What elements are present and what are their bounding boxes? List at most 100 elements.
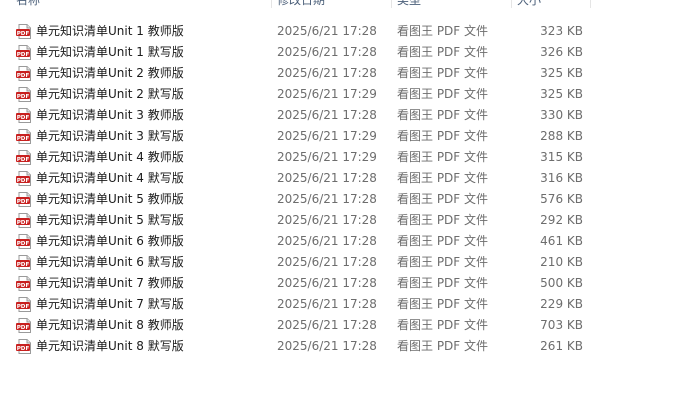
column-header-date[interactable]: 修改日期 [277,0,385,8]
file-modified-date: 2025/6/21 17:28 [277,24,377,38]
file-size: 703 KB [540,318,583,332]
file-row[interactable]: PDF 单元知识清单Unit 8 教师版 2025/6/21 17:28 看图王 PD… [0,315,691,336]
file-modified-date: 2025/6/21 17:28 [277,234,377,248]
pdf-file-icon: PDF [16,255,31,270]
pdf-icon-label: PDF [17,73,30,79]
file-name: 单元知识清单Unit 8 教师版 [36,318,184,332]
file-modified-date: 2025/6/21 17:28 [277,192,377,206]
pdf-file-icon: PDF [16,150,31,165]
file-row[interactable]: PDF 单元知识清单Unit 7 默写版 2025/6/21 17:28 看图王 PD… [0,294,691,315]
file-modified-date: 2025/6/21 17:29 [277,129,377,143]
column-header-name[interactable]: 名称 [16,0,266,8]
file-size: 210 KB [540,255,583,269]
file-name: 单元知识清单Unit 4 教师版 [36,150,184,164]
pdf-file-icon: PDF [16,66,31,81]
pdf-file-icon: PDF [16,108,31,123]
file-row[interactable]: PDF 单元知识清单Unit 2 默写版 2025/6/21 17:29 看图王 PD… [0,84,691,105]
pdf-file-icon: PDF [16,213,31,228]
pdf-icon-label: PDF [17,325,30,331]
file-size: 326 KB [540,45,583,59]
file-type: 看图王 PDF 文件 [397,87,489,101]
pdf-file-icon: PDF [16,171,31,186]
column-divider[interactable] [391,0,392,8]
file-name: 单元知识清单Unit 6 默写版 [36,255,184,269]
column-divider[interactable] [590,0,591,8]
file-name: 单元知识清单Unit 1 默写版 [36,45,184,59]
column-header-type[interactable]: 类型 [397,0,505,8]
file-row[interactable]: PDF 单元知识清单Unit 4 默写版 2025/6/21 17:28 看图王 PD… [0,168,691,189]
file-row[interactable]: PDF 单元知识清单Unit 6 默写版 2025/6/21 17:28 看图王 PD… [0,252,691,273]
file-type: 看图王 PDF 文件 [397,318,489,332]
file-row[interactable]: PDF 单元知识清单Unit 3 默写版 2025/6/21 17:29 看图王 PD… [0,126,691,147]
file-name: 单元知识清单Unit 2 教师版 [36,66,184,80]
file-size: 325 KB [540,66,583,80]
file-modified-date: 2025/6/21 17:28 [277,297,377,311]
column-divider[interactable] [271,0,272,8]
column-header-row: 名称 修改日期 类型 大小 [0,0,691,8]
file-modified-date: 2025/6/21 17:28 [277,213,377,227]
file-type: 看图王 PDF 文件 [397,150,489,164]
pdf-icon-label: PDF [17,199,30,205]
file-modified-date: 2025/6/21 17:28 [277,108,377,122]
pdf-icon-label: PDF [17,346,30,352]
file-row[interactable]: PDF 单元知识清单Unit 7 教师版 2025/6/21 17:28 看图王 PD… [0,273,691,294]
file-row[interactable]: PDF 单元知识清单Unit 5 默写版 2025/6/21 17:28 看图王 PD… [0,210,691,231]
file-row[interactable]: PDF 单元知识清单Unit 2 教师版 2025/6/21 17:28 看图王 PD… [0,63,691,84]
file-type: 看图王 PDF 文件 [397,45,489,59]
file-name: 单元知识清单Unit 5 默写版 [36,213,184,227]
file-name: 单元知识清单Unit 7 教师版 [36,276,184,290]
file-row[interactable]: PDF 单元知识清单Unit 8 默写版 2025/6/21 17:28 看图王 PD… [0,336,691,357]
file-size: 316 KB [540,171,583,185]
pdf-file-icon: PDF [16,276,31,291]
pdf-icon-label: PDF [17,178,30,184]
file-type: 看图王 PDF 文件 [397,255,489,269]
file-name: 单元知识清单Unit 3 默写版 [36,129,184,143]
file-row[interactable]: PDF 单元知识清单Unit 6 教师版 2025/6/21 17:28 看图王 PD… [0,231,691,252]
file-type: 看图王 PDF 文件 [397,171,489,185]
pdf-icon-label: PDF [17,157,30,163]
file-type: 看图王 PDF 文件 [397,297,489,311]
file-type: 看图王 PDF 文件 [397,66,489,80]
file-modified-date: 2025/6/21 17:29 [277,87,377,101]
pdf-icon-label: PDF [17,52,30,58]
file-row[interactable]: PDF 单元知识清单Unit 4 教师版 2025/6/21 17:29 看图王 PD… [0,147,691,168]
pdf-file-icon: PDF [16,45,31,60]
file-modified-date: 2025/6/21 17:28 [277,171,377,185]
pdf-file-icon: PDF [16,24,31,39]
pdf-icon-label: PDF [17,94,30,100]
file-row[interactable]: PDF 单元知识清单Unit 5 教师版 2025/6/21 17:28 看图王 PD… [0,189,691,210]
file-type: 看图王 PDF 文件 [397,234,489,248]
pdf-icon-label: PDF [17,304,30,310]
pdf-icon-label: PDF [17,220,30,226]
pdf-icon-label: PDF [17,241,30,247]
file-name: 单元知识清单Unit 7 默写版 [36,297,184,311]
file-modified-date: 2025/6/21 17:29 [277,150,377,164]
file-size: 500 KB [540,276,583,290]
pdf-file-icon: PDF [16,129,31,144]
pdf-icon-label: PDF [17,262,30,268]
file-modified-date: 2025/6/21 17:28 [277,276,377,290]
column-divider[interactable] [511,0,512,8]
file-name: 单元知识清单Unit 3 教师版 [36,108,184,122]
file-name: 单元知识清单Unit 8 默写版 [36,339,184,353]
file-row[interactable]: PDF 单元知识清单Unit 3 教师版 2025/6/21 17:28 看图王 PD… [0,105,691,126]
file-size: 229 KB [540,297,583,311]
file-type: 看图王 PDF 文件 [397,192,489,206]
pdf-file-icon: PDF [16,318,31,333]
file-size: 576 KB [540,192,583,206]
file-row[interactable]: PDF 单元知识清单Unit 1 默写版 2025/6/21 17:28 看图王 PD… [0,42,691,63]
file-size: 461 KB [540,234,583,248]
pdf-file-icon: PDF [16,297,31,312]
file-type: 看图王 PDF 文件 [397,129,489,143]
pdf-file-icon: PDF [16,234,31,249]
file-size: 323 KB [540,24,583,38]
file-modified-date: 2025/6/21 17:28 [277,318,377,332]
file-row[interactable]: PDF 单元知识清单Unit 1 教师版 2025/6/21 17:28 看图王 PD… [0,21,691,42]
file-type: 看图王 PDF 文件 [397,213,489,227]
file-size: 261 KB [540,339,583,353]
pdf-icon-label: PDF [17,31,30,37]
column-header-size[interactable]: 大小 [517,0,587,8]
file-name: 单元知识清单Unit 2 默写版 [36,87,184,101]
file-type: 看图王 PDF 文件 [397,108,489,122]
file-type: 看图王 PDF 文件 [397,276,489,290]
